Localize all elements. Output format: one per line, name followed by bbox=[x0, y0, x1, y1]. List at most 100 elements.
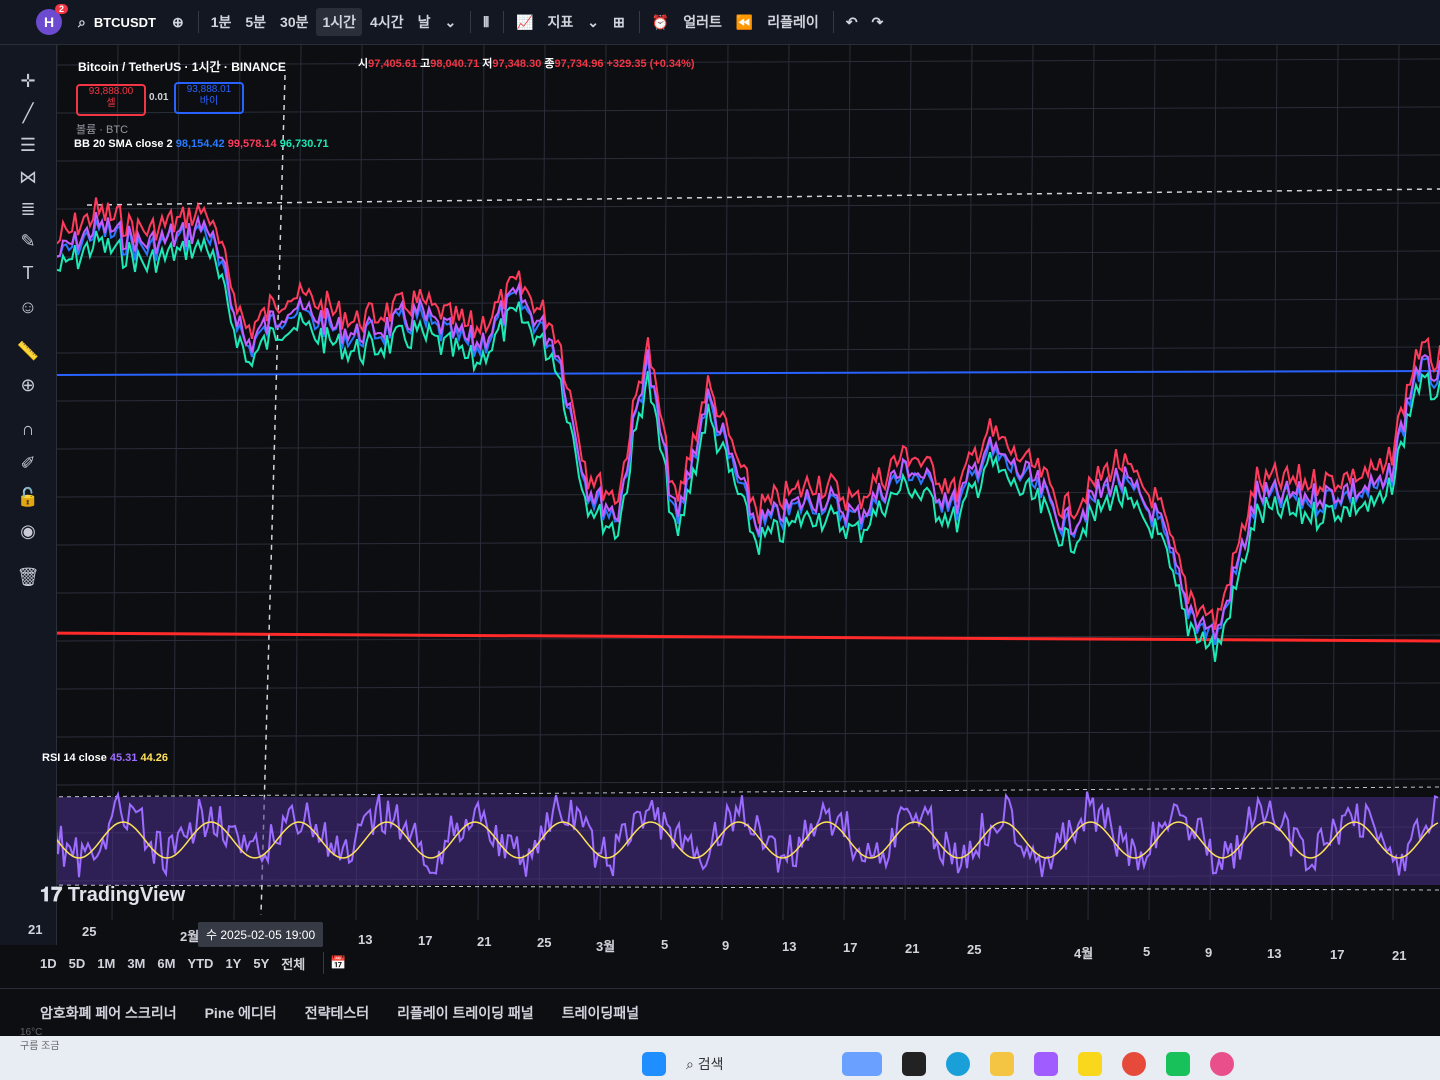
grid-line bbox=[57, 538, 1440, 546]
undo-icon[interactable]: ↶ bbox=[840, 10, 864, 35]
range-3m[interactable]: 3M bbox=[127, 956, 145, 971]
fib-icon[interactable]: ☰ bbox=[16, 133, 40, 157]
magnet-icon[interactable]: ∩ bbox=[16, 417, 40, 441]
avatar[interactable]: H2 bbox=[36, 4, 68, 35]
spread-value: 0.01 bbox=[149, 92, 169, 103]
game-app-icon[interactable] bbox=[1166, 1052, 1190, 1076]
indicators-icon[interactable]: 📈 bbox=[510, 10, 539, 35]
brush-icon[interactable]: ✎ bbox=[16, 229, 40, 253]
chevron-down-icon[interactable]: ⌄ bbox=[438, 10, 462, 35]
search-icon[interactable]: ⌕ bbox=[72, 10, 92, 35]
time-tick: 4월 bbox=[1074, 946, 1094, 961]
tradingview-logo: 𝟏𝟕 TradingView bbox=[40, 884, 185, 907]
header-toolbar: H2 ⌕ BTCUSDT ⊕ 1분 5분 30분 1시간 4시간 날 ⌄ ⫴ 📈… bbox=[0, 0, 1440, 45]
pattern-icon[interactable]: ⋈ bbox=[16, 165, 40, 189]
range-1m[interactable]: 1M bbox=[97, 956, 115, 971]
grid-line bbox=[57, 682, 1440, 690]
tab-replay-trading[interactable]: 리플레이 트레이딩 패널 bbox=[397, 1003, 534, 1023]
redo-icon[interactable]: ↷ bbox=[866, 10, 890, 35]
tab-crypto-screener[interactable]: 암호화폐 페어 스크리너 bbox=[40, 1003, 177, 1023]
emoji-icon[interactable]: ☺ bbox=[16, 295, 40, 319]
grid-line bbox=[57, 202, 1440, 210]
date-range-bar: 1D 5D 1M 3M 6M YTD 1Y 5Y 전체 📅 bbox=[40, 952, 358, 974]
tab-pine-editor[interactable]: Pine 에디터 bbox=[205, 1003, 277, 1023]
chevron-down-icon[interactable]: ⌄ bbox=[581, 10, 605, 35]
interval-4h[interactable]: 4시간 bbox=[364, 8, 410, 36]
candle-type-icon[interactable]: ⫴ bbox=[477, 10, 495, 35]
buy-label: 바이 bbox=[199, 96, 219, 107]
ruler-icon[interactable]: 📏 bbox=[16, 339, 40, 363]
grid-line bbox=[57, 298, 1440, 306]
range-1y[interactable]: 1Y bbox=[225, 956, 241, 971]
alert-clock-icon[interactable]: ⏰ bbox=[646, 10, 675, 35]
range-1d[interactable]: 1D bbox=[40, 956, 57, 971]
replay-button[interactable]: 리플레이 bbox=[761, 8, 825, 36]
time-tick: 25 bbox=[82, 924, 97, 939]
divider bbox=[470, 11, 472, 33]
sell-button[interactable]: 93,888.00 셀 bbox=[76, 84, 146, 116]
time-tick: 25 bbox=[967, 942, 982, 957]
measure-icon[interactable]: ≣ bbox=[16, 197, 40, 221]
mix-line bbox=[57, 211, 1440, 640]
task-view-icon[interactable] bbox=[902, 1052, 926, 1076]
interval-5m[interactable]: 5분 bbox=[239, 8, 272, 36]
tab-trading-panel[interactable]: 트레이딩패널 bbox=[562, 1003, 639, 1023]
interval-1h[interactable]: 1시간 bbox=[316, 8, 363, 36]
edge-icon[interactable] bbox=[946, 1052, 970, 1076]
trash-icon[interactable]: 🗑 bbox=[16, 565, 40, 589]
indicators-button[interactable]: 지표 bbox=[542, 8, 580, 36]
divider bbox=[503, 11, 505, 33]
layout-grid-icon[interactable]: ⊞ bbox=[607, 10, 631, 35]
windows-start-icon[interactable] bbox=[642, 1052, 666, 1076]
interval-day[interactable]: 날 bbox=[412, 8, 437, 36]
buy-button[interactable]: 93,888.01 바이 bbox=[174, 82, 244, 114]
copilot-icon[interactable] bbox=[1034, 1052, 1058, 1076]
range-5y[interactable]: 5Y bbox=[253, 956, 269, 971]
lock-icon[interactable]: 🔓 bbox=[16, 485, 40, 509]
sell-price: 93,888.00 bbox=[88, 86, 134, 97]
trend-line-icon[interactable]: ╱ bbox=[16, 101, 40, 125]
zoom-icon[interactable]: ⊕ bbox=[16, 373, 40, 397]
file-explorer-icon[interactable] bbox=[990, 1052, 1014, 1076]
grid-line bbox=[57, 106, 1440, 114]
lock-draw-icon[interactable]: ✐ bbox=[16, 451, 40, 475]
text-icon[interactable]: T bbox=[16, 261, 40, 285]
grid-line bbox=[57, 778, 1440, 786]
goto-date-icon[interactable]: 📅 bbox=[330, 955, 346, 971]
replay-icon[interactable]: ⏪ bbox=[730, 10, 759, 35]
grid-line bbox=[57, 730, 1440, 738]
grid-line bbox=[355, 45, 363, 920]
symbol-search[interactable]: BTCUSDT bbox=[94, 15, 156, 30]
kakaotalk-icon[interactable] bbox=[1078, 1052, 1102, 1076]
weather-widget[interactable]: 16°C 구름 조금 bbox=[20, 1026, 60, 1054]
range-5d[interactable]: 5D bbox=[69, 956, 86, 971]
compare-add-icon[interactable]: ⊕ bbox=[166, 10, 190, 35]
time-tick: 21 bbox=[28, 922, 43, 937]
grid-line bbox=[843, 45, 851, 920]
interval-30m[interactable]: 30분 bbox=[274, 8, 314, 36]
crosshair-vertical bbox=[260, 74, 286, 916]
rsi-legend: RSI 14 close 45.31 44.26 bbox=[42, 752, 168, 764]
weather-temp: 16°C bbox=[20, 1027, 43, 1038]
taskbar-search[interactable]: ⌕ 검색 bbox=[686, 1054, 724, 1074]
widget-app-icon[interactable] bbox=[842, 1052, 882, 1076]
time-tick: 13 bbox=[1267, 946, 1282, 961]
low-value: 97,348.30 bbox=[492, 58, 542, 70]
chrome-icon[interactable] bbox=[1122, 1052, 1146, 1076]
tab-strategy-tester[interactable]: 전략테스터 bbox=[305, 1003, 369, 1023]
range-all[interactable]: 전체 bbox=[281, 954, 305, 973]
bb-legend: BB 20 SMA close 2 98,154.42 99,578.14 96… bbox=[74, 138, 329, 150]
interval-1m[interactable]: 1분 bbox=[205, 8, 238, 36]
app-icon[interactable] bbox=[1210, 1052, 1234, 1076]
price-chart[interactable] bbox=[57, 45, 1440, 920]
notification-badge: 2 bbox=[54, 4, 68, 14]
reference-line bbox=[57, 370, 1440, 376]
range-6m[interactable]: 6M bbox=[157, 956, 175, 971]
chart-title: Bitcoin / TetherUS · 1시간 · BINANCE bbox=[78, 60, 286, 74]
crosshair-icon[interactable]: ✛ bbox=[16, 69, 40, 93]
alerts-button[interactable]: 얼러트 bbox=[677, 8, 728, 36]
sell-label: 셀 bbox=[106, 98, 116, 109]
eye-icon[interactable]: ◉ bbox=[16, 519, 40, 543]
range-ytd[interactable]: YTD bbox=[187, 956, 213, 971]
time-tick: 21 bbox=[905, 941, 920, 956]
